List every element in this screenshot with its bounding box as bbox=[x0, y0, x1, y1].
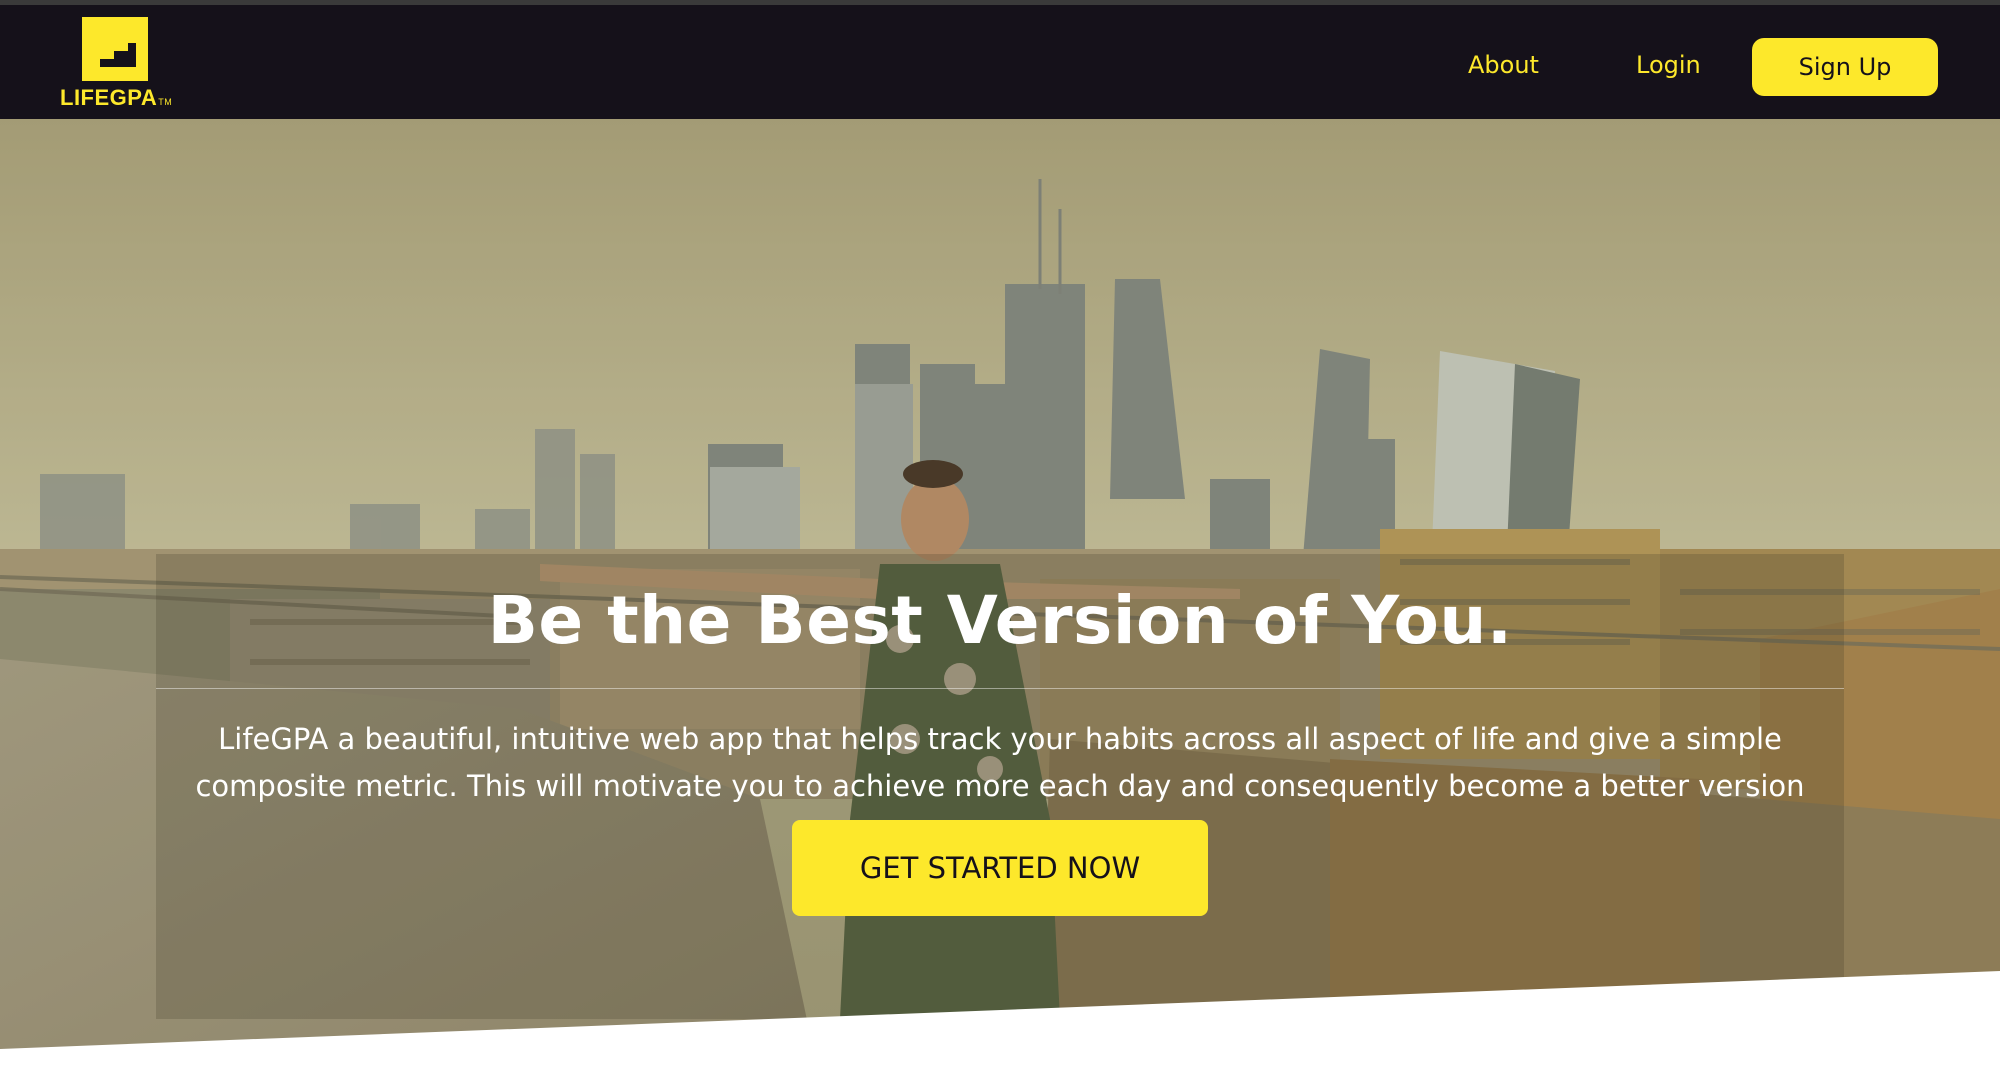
get-started-button[interactable]: GET STARTED NOW bbox=[792, 820, 1208, 916]
nav-login-link[interactable]: Login bbox=[1636, 49, 1701, 81]
hero-headline: Be the Best Version of You. bbox=[487, 582, 1513, 659]
stairs-logo-icon bbox=[82, 17, 148, 81]
trademark-mark: TM bbox=[158, 97, 173, 107]
brand-wordmark: LIFEGPATM bbox=[60, 85, 172, 111]
brand-name: LIFEGPA bbox=[60, 85, 158, 110]
landing-page: LIFEGPATM About Login Sign Up Be the Bes… bbox=[0, 0, 2000, 1081]
sign-up-button[interactable]: Sign Up bbox=[1752, 38, 1938, 96]
hero-section: Be the Best Version of You. LifeGPA a be… bbox=[0, 119, 2000, 1081]
top-navbar: LIFEGPATM About Login Sign Up bbox=[0, 0, 2000, 119]
hero-divider bbox=[156, 688, 1844, 689]
brand-logo[interactable]: LIFEGPATM bbox=[60, 13, 190, 115]
nav-about-link[interactable]: About bbox=[1468, 49, 1539, 81]
